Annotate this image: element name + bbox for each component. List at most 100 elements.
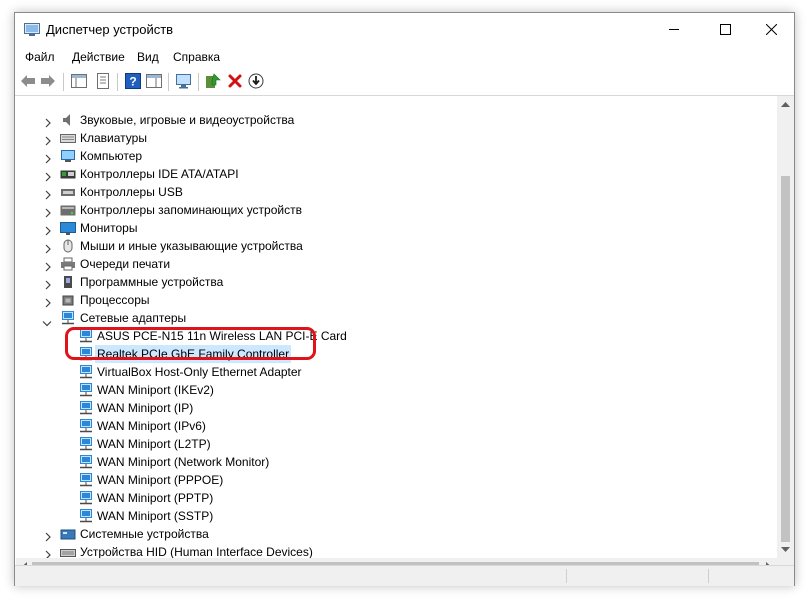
expand-toggle[interactable] xyxy=(44,529,52,542)
network-adapter-icon xyxy=(78,455,94,469)
scroll-up-arrow-icon[interactable] xyxy=(781,101,790,107)
menu-help[interactable]: Справка xyxy=(173,50,220,64)
tree-item-label: WAN Miniport (PPTP) xyxy=(97,491,214,505)
tree-category[interactable]: Очереди печати xyxy=(16,255,776,273)
forward-button[interactable] xyxy=(39,72,57,90)
monitor-icon xyxy=(60,222,76,235)
processor-icon xyxy=(62,295,74,306)
close-button[interactable] xyxy=(748,13,794,45)
tree-item-label: WAN Miniport (Network Monitor) xyxy=(97,455,270,469)
expand-toggle[interactable] xyxy=(44,223,52,236)
expand-toggle[interactable] xyxy=(44,169,52,182)
chevron-right-icon xyxy=(45,244,51,254)
tree-item-label: WAN Miniport (SSTP) xyxy=(97,509,214,523)
expand-toggle[interactable] xyxy=(44,547,52,558)
chevron-right-icon xyxy=(45,190,51,200)
back-button[interactable] xyxy=(19,72,37,90)
tree-device[interactable]: VirtualBox Host-Only Ethernet Adapter xyxy=(16,363,776,381)
tree-device[interactable]: WAN Miniport (L2TP) xyxy=(16,435,776,453)
network-adapter-icon xyxy=(80,365,92,379)
disable-device-button[interactable] xyxy=(247,72,265,90)
tree-category[interactable]: Мониторы xyxy=(16,219,776,237)
menu-action[interactable]: Действие xyxy=(72,50,125,64)
scan-hardware-button[interactable] xyxy=(175,72,193,90)
tree-item-label: Клавиатуры xyxy=(80,131,147,145)
software-device-icon xyxy=(60,275,76,289)
status-divider xyxy=(708,569,709,583)
network-adapter-icon xyxy=(78,365,94,379)
vertical-scroll-thumb[interactable] xyxy=(781,176,790,542)
title-bar[interactable]: Диспетчер устройств xyxy=(15,13,794,46)
action-pane-button[interactable] xyxy=(145,72,163,90)
usb-icon xyxy=(61,189,75,196)
keyboard-icon xyxy=(60,134,76,143)
tree-device[interactable]: WAN Miniport (SSTP) xyxy=(16,507,776,525)
tree-category[interactable]: Компьютер xyxy=(16,147,776,165)
tree-category[interactable]: Клавиатуры xyxy=(16,129,776,147)
close-icon xyxy=(765,23,777,35)
tree-item-label: Контроллеры IDE ATA/ATAPI xyxy=(80,167,239,181)
status-divider xyxy=(566,569,567,583)
tree-category[interactable]: Звуковые, игровые и видеоустройства xyxy=(16,111,776,129)
tree-item-label: VirtualBox Host-Only Ethernet Adapter xyxy=(97,365,302,379)
toolbar: ? xyxy=(15,69,794,96)
network-adapter-icon xyxy=(78,491,94,505)
menu-file[interactable]: Файл xyxy=(25,50,55,64)
tree-device[interactable]: WAN Miniport (IPv6) xyxy=(16,417,776,435)
monitor-icon xyxy=(60,221,76,235)
expand-toggle[interactable] xyxy=(44,205,52,218)
tree-device[interactable]: WAN Miniport (IP) xyxy=(16,399,776,417)
tree-category-network-adapters[interactable]: Сетевые адаптеры xyxy=(16,309,776,327)
console-tree-icon xyxy=(71,74,87,88)
update-driver-button[interactable] xyxy=(204,72,222,90)
tree-category[interactable]: Контроллеры IDE ATA/ATAPI xyxy=(16,165,776,183)
expand-toggle[interactable] xyxy=(44,295,52,308)
expand-toggle[interactable] xyxy=(44,241,52,254)
tree-category[interactable]: Мыши и иные указывающие устройства xyxy=(16,237,776,255)
expand-toggle[interactable] xyxy=(44,151,52,164)
expand-toggle[interactable] xyxy=(44,277,52,290)
network-adapter-icon xyxy=(60,311,76,325)
tree-category[interactable]: Программные устройства xyxy=(16,273,776,291)
tree-device[interactable]: WAN Miniport (IKEv2) xyxy=(16,381,776,399)
help-button[interactable]: ? xyxy=(124,72,142,90)
processor-icon xyxy=(60,293,76,307)
scan-hardware-icon xyxy=(176,74,191,89)
tree-category[interactable]: Контроллеры USB xyxy=(16,183,776,201)
tree-device[interactable]: WAN Miniport (Network Monitor) xyxy=(16,453,776,471)
device-manager-icon xyxy=(24,23,40,36)
expand-toggle[interactable] xyxy=(44,259,52,272)
tree-item-label: WAN Miniport (L2TP) xyxy=(97,437,211,451)
uninstall-device-button[interactable] xyxy=(226,72,244,90)
chevron-right-icon xyxy=(45,280,51,290)
menu-view[interactable]: Вид xyxy=(137,50,159,64)
scroll-down-arrow-icon[interactable] xyxy=(781,547,790,553)
chevron-right-icon xyxy=(45,154,51,164)
network-adapter-icon xyxy=(62,311,74,325)
tree-item-label: WAN Miniport (IPv6) xyxy=(97,419,206,433)
network-adapter-icon xyxy=(78,509,94,523)
tree-device[interactable]: WAN Miniport (PPPOE) xyxy=(16,471,776,489)
show-hide-console-tree-button[interactable] xyxy=(70,72,88,90)
expand-toggle[interactable] xyxy=(44,133,52,146)
status-bar xyxy=(15,565,794,586)
tree-category[interactable]: Устройства HID (Human Interface Devices) xyxy=(16,543,776,558)
tree-category[interactable]: Контроллеры запоминающих устройств xyxy=(16,201,776,219)
maximize-button[interactable] xyxy=(702,13,748,45)
minimize-icon xyxy=(668,28,679,30)
sound-icon xyxy=(63,114,70,126)
vertical-scrollbar[interactable] xyxy=(777,96,794,558)
minimize-button[interactable] xyxy=(651,13,697,45)
properties-button[interactable] xyxy=(94,72,112,90)
update-driver-icon xyxy=(206,73,221,88)
expand-toggle[interactable] xyxy=(44,187,52,200)
tree-device[interactable]: WAN Miniport (PPTP) xyxy=(16,489,776,507)
tree-category[interactable]: Системные устройства xyxy=(16,525,776,543)
tree-item-label: Мониторы xyxy=(80,221,138,235)
tree-category[interactable]: Процессоры xyxy=(16,291,776,309)
network-adapter-icon xyxy=(80,509,92,523)
expand-toggle[interactable] xyxy=(44,115,52,128)
tree-item-label: Очереди печати xyxy=(80,257,171,271)
tree-item-label: Звуковые, игровые и видеоустройства xyxy=(80,113,295,127)
collapse-toggle[interactable] xyxy=(42,315,52,327)
